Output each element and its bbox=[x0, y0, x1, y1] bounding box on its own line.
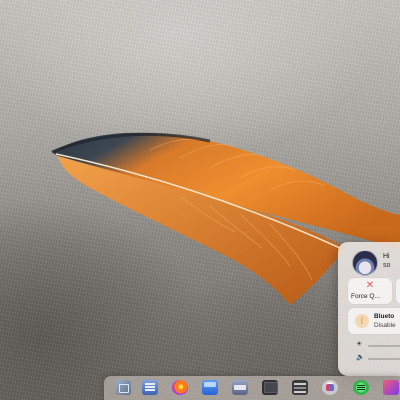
avatar bbox=[352, 250, 378, 276]
sun-icon: ☀ bbox=[356, 341, 363, 348]
next-tile-button[interactable] bbox=[396, 278, 400, 304]
bluetooth-icon: ᛒ bbox=[355, 314, 369, 328]
user-greeting: Hi bbox=[383, 253, 390, 260]
dock-app-notes-icon[interactable] bbox=[142, 380, 158, 395]
dock-app-drive-icon[interactable] bbox=[232, 380, 248, 395]
control-center-panel: Hi so ✕ Force Q... ᛒ Blueto Disable ☀ 🔈 bbox=[338, 242, 400, 376]
dock-app-settings-icon[interactable] bbox=[292, 380, 308, 395]
dock-app-store-icon[interactable] bbox=[383, 380, 399, 395]
user-profile[interactable]: Hi so bbox=[352, 250, 400, 276]
bluetooth-tile[interactable]: ᛒ Blueto Disable bbox=[348, 308, 400, 334]
close-x-icon: ✕ bbox=[365, 280, 375, 291]
dock-app-camera-icon[interactable] bbox=[322, 380, 338, 395]
force-quit-label: Force Q... bbox=[351, 293, 380, 300]
bluetooth-status: Disable bbox=[374, 322, 396, 329]
speaker-icon: 🔈 bbox=[356, 354, 365, 361]
dock-app-finder-icon[interactable] bbox=[115, 380, 131, 395]
user-subtitle: so bbox=[383, 262, 391, 269]
dock-app-firefox-icon[interactable] bbox=[172, 380, 188, 395]
dock bbox=[104, 376, 400, 400]
brightness-slider[interactable]: ☀ bbox=[356, 341, 400, 351]
bluetooth-title: Blueto bbox=[374, 313, 395, 320]
dock-app-files-icon[interactable] bbox=[202, 380, 218, 395]
dock-app-terminal-icon[interactable] bbox=[262, 380, 278, 395]
dock-app-spotify-icon[interactable] bbox=[353, 380, 369, 395]
force-quit-button[interactable]: ✕ Force Q... bbox=[348, 278, 392, 304]
volume-track[interactable] bbox=[368, 358, 400, 360]
brightness-track[interactable] bbox=[368, 345, 400, 347]
volume-slider[interactable]: 🔈 bbox=[356, 354, 400, 364]
